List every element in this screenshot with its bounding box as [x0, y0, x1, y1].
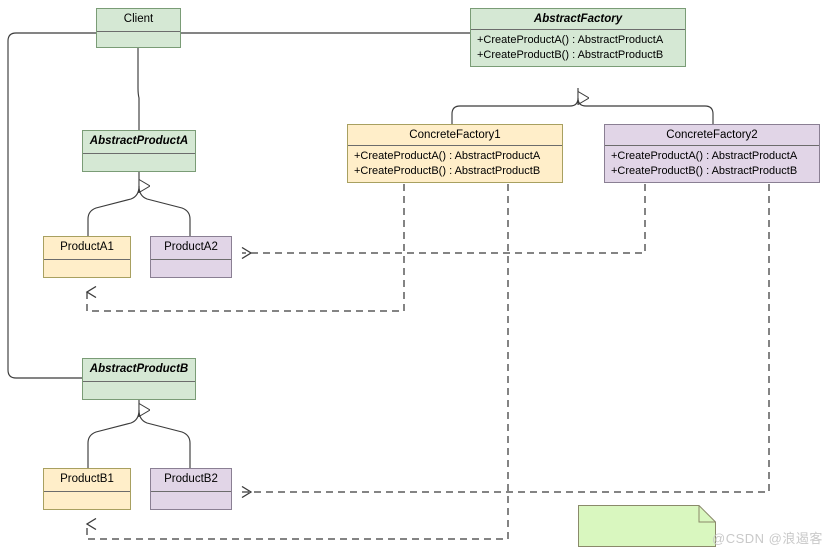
- class-productb1[interactable]: ProductB1: [43, 468, 131, 510]
- class-productb2-compartment: [151, 490, 231, 510]
- class-producta1[interactable]: ProductA1: [43, 236, 131, 278]
- class-abstractfactory-title: AbstractFactory: [533, 13, 623, 25]
- edge-dep-concretefactory2-producta2: [242, 184, 646, 253]
- note-shape[interactable]: [578, 505, 716, 547]
- edge-client-abstractproducta: [137, 47, 140, 130]
- class-abstractfactory[interactable]: AbstractFactory +CreateProductA() : Abst…: [470, 8, 686, 67]
- class-concretefactory1-title: ConcreteFactory1: [409, 129, 501, 141]
- operation-createproductb: +CreateProductB() : AbstractProductB: [354, 165, 541, 177]
- edge-producta1-to-abstracta: [87, 185, 140, 236]
- class-concretefactory1-operations: +CreateProductA() : AbstractProductA +Cr…: [348, 145, 562, 182]
- class-abstractproductb-compartment: [83, 380, 195, 400]
- class-client[interactable]: Client: [96, 8, 181, 48]
- class-productb2[interactable]: ProductB2: [150, 468, 232, 510]
- operation-createproducta: +CreateProductA() : AbstractProductA: [354, 150, 541, 162]
- class-abstractproducta-compartment: [83, 152, 195, 172]
- class-producta1-title: ProductA1: [60, 241, 114, 253]
- class-concretefactory2-operations: +CreateProductA() : AbstractProductA +Cr…: [605, 145, 819, 182]
- class-concretefactory2[interactable]: ConcreteFactory2 +CreateProductA() : Abs…: [604, 124, 820, 183]
- class-abstractproductb[interactable]: AbstractProductB: [82, 358, 196, 400]
- operation-createproductb: +CreateProductB() : AbstractProductB: [477, 49, 664, 61]
- class-abstractproductb-title: AbstractProductB: [89, 363, 189, 375]
- watermark-text: @CSDN @浪遏客: [712, 531, 823, 546]
- class-producta2-compartment: [151, 258, 231, 278]
- operation-createproducta: +CreateProductA() : AbstractProductA: [611, 150, 798, 162]
- operation-createproductb: +CreateProductB() : AbstractProductB: [611, 165, 798, 177]
- edge-concretefactory2-to-factory: [577, 97, 714, 124]
- edge-concretefactory1-to-factory: [451, 97, 579, 124]
- class-productb1-title: ProductB1: [60, 473, 114, 485]
- class-producta2[interactable]: ProductA2: [150, 236, 232, 278]
- edge-productb2-to-abstractb: [138, 409, 191, 468]
- class-producta2-title: ProductA2: [164, 241, 218, 253]
- class-productb2-title: ProductB2: [164, 473, 218, 485]
- edge-dep-concretefactory1-producta1: [87, 184, 405, 312]
- uml-diagram-canvas: Client AbstractFactory +CreateProductA()…: [0, 0, 823, 557]
- class-client-compartment: [97, 30, 180, 48]
- class-productb1-compartment: [44, 490, 130, 510]
- class-abstractproducta[interactable]: AbstractProductA: [82, 130, 196, 172]
- class-concretefactory2-title: ConcreteFactory2: [666, 129, 758, 141]
- edge-dep-concretefactory2-productb2: [242, 184, 770, 492]
- edge-producta2-to-abstracta: [138, 185, 191, 236]
- edge-productb1-to-abstractb: [87, 409, 140, 468]
- edge-client-abstractproductb: [7, 32, 96, 379]
- class-concretefactory1[interactable]: ConcreteFactory1 +CreateProductA() : Abs…: [347, 124, 563, 183]
- class-abstractfactory-operations: +CreateProductA() : AbstractProductA +Cr…: [471, 29, 685, 66]
- class-abstractproducta-title: AbstractProductA: [89, 135, 189, 147]
- class-producta1-compartment: [44, 258, 130, 278]
- operation-createproducta: +CreateProductA() : AbstractProductA: [477, 34, 664, 46]
- note-body: [578, 505, 716, 547]
- class-client-title: Client: [123, 13, 154, 25]
